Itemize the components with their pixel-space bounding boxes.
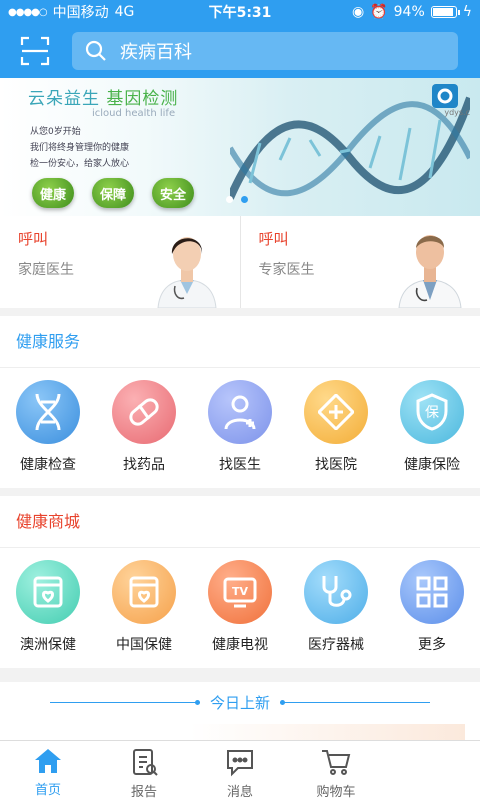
- grid-label: 找药品: [123, 457, 165, 473]
- tab-label: 购物车: [316, 785, 356, 800]
- tab-label: 消息: [226, 785, 253, 800]
- grid-label: 医疗器械: [308, 637, 364, 653]
- female-doctor-avatar: [157, 237, 217, 308]
- section-title-health-services: 健康服务: [0, 316, 480, 368]
- grid-label: 更多: [418, 637, 446, 653]
- today-new-section: 今日上新: [0, 682, 480, 740]
- banner-pager: [226, 196, 248, 203]
- search-input[interactable]: 疾病百科: [72, 32, 458, 70]
- banner-title-product: 基因检测: [106, 89, 179, 109]
- pager-dot[interactable]: [241, 196, 248, 203]
- banner-title-brand: 云朵益生: [28, 89, 100, 109]
- health-mall-grid: 澳洲保健 中国保健 TV 健康电视 医疗器械 更多: [0, 548, 480, 654]
- grid-label: 找医院: [315, 457, 357, 473]
- banner-title: 云朵益生 基因检测: [28, 84, 178, 109]
- svg-text:保: 保: [425, 405, 439, 421]
- scan-icon: [20, 36, 50, 66]
- brand-logo-text: ydys.c: [444, 108, 470, 117]
- tab-messages[interactable]: 消息: [192, 741, 288, 800]
- status-bar: ●●●●○ 中国移动 4G 下午5:31 ◉ ⏰ 94% ϟ: [0, 0, 480, 24]
- tv-icon: TV: [208, 560, 272, 624]
- service-find-doctor[interactable]: 找医生: [192, 380, 288, 474]
- banner-line: 检一份安心，给家人放心: [30, 159, 130, 169]
- alarm-icon: ⏰: [370, 4, 388, 20]
- today-new-product-preview[interactable]: [190, 724, 465, 740]
- tab-home[interactable]: 首页: [0, 741, 96, 800]
- service-health-check[interactable]: 健康检查: [0, 380, 96, 474]
- health-services-grid: 健康检查 找药品 找医生 找医院 保 健康保险: [0, 368, 480, 474]
- orientation-lock-icon: ◉: [351, 4, 365, 20]
- section-title-health-mall: 健康商城: [0, 496, 480, 548]
- bottom-tab-bar: 首页 报告 消息 购物车: [0, 740, 480, 800]
- banner-line: 我们将终身管理你的健康: [30, 143, 130, 153]
- today-new-header: 今日上新: [0, 692, 480, 713]
- grid-label: 健康检查: [20, 457, 76, 473]
- mall-more[interactable]: 更多: [384, 560, 480, 654]
- mall-australia-supplements[interactable]: 澳洲保健: [0, 560, 96, 654]
- network-label: 4G: [114, 4, 135, 20]
- product-box-icon: [112, 560, 176, 624]
- banner-badge-security: 保障: [92, 178, 134, 208]
- battery-percent: 94%: [393, 4, 425, 20]
- svg-text:TV: TV: [232, 585, 249, 598]
- grid-label: 澳洲保健: [20, 637, 76, 653]
- brand-logo: [432, 84, 458, 108]
- pill-icon: [112, 380, 176, 444]
- service-find-hospital[interactable]: 找医院: [288, 380, 384, 474]
- grid-label: 健康保险: [404, 457, 460, 473]
- hospital-icon: [304, 380, 368, 444]
- health-mall-section: 健康商城 澳洲保健 中国保健 TV 健康电视 医疗器械 更多: [0, 496, 480, 668]
- search-icon: [84, 39, 108, 63]
- promo-banner[interactable]: 云朵益生 基因检测 icloud health life 从您0岁开始 我们将终…: [0, 78, 480, 216]
- today-new-title: 今日上新: [209, 694, 270, 712]
- grid-label: 健康电视: [212, 637, 268, 653]
- divider: [280, 700, 430, 705]
- report-icon: [133, 749, 158, 776]
- banner-badge-safety: 安全: [152, 178, 194, 208]
- tab-label: 报告: [130, 785, 157, 800]
- grid-icon: [400, 560, 464, 624]
- health-services-section: 健康服务 健康检查 找药品 找医生 找医院 保 健康保险: [0, 316, 480, 488]
- battery-icon: [430, 6, 460, 18]
- grid-label: 中国保健: [116, 637, 172, 653]
- mall-health-tv[interactable]: TV 健康电视: [192, 560, 288, 654]
- product-box-icon: [16, 560, 80, 624]
- male-doctor-avatar: [397, 235, 462, 308]
- signal-icon: ●●●●○: [8, 6, 48, 18]
- pager-dot[interactable]: [226, 196, 233, 203]
- top-bar: 疾病百科: [0, 24, 480, 78]
- home-icon: [35, 749, 61, 773]
- insurance-shield-icon: 保: [400, 380, 464, 444]
- expert-doctor-card[interactable]: 呼叫 专家医生: [239, 216, 480, 308]
- message-icon: [227, 750, 253, 777]
- grid-label: 找医生: [219, 457, 261, 473]
- carrier-label: 中国移动: [52, 5, 109, 21]
- divider: [49, 700, 200, 705]
- doctor-call-panel: 呼叫 家庭医生 呼叫 专家医生: [0, 216, 480, 308]
- stethoscope-icon: [304, 560, 368, 624]
- tab-report[interactable]: 报告: [96, 741, 192, 800]
- banner-line: 从您0岁开始: [30, 127, 81, 137]
- tab-label: 首页: [34, 783, 61, 798]
- cart-icon: [322, 750, 351, 775]
- family-doctor-card[interactable]: 呼叫 家庭医生: [0, 216, 240, 308]
- mall-medical-devices[interactable]: 医疗器械: [288, 560, 384, 654]
- service-health-insurance[interactable]: 保 健康保险: [384, 380, 480, 474]
- doctor-icon: [208, 380, 272, 444]
- charging-icon: ϟ: [462, 4, 472, 20]
- banner-badge-health: 健康: [32, 178, 74, 208]
- mall-china-supplements[interactable]: 中国保健: [96, 560, 192, 654]
- banner-copy: 从您0岁开始 我们将终身管理你的健康 检一份安心，给家人放心: [30, 124, 129, 172]
- scan-button[interactable]: [14, 30, 56, 72]
- service-find-medicine[interactable]: 找药品: [96, 380, 192, 474]
- tab-cart[interactable]: 购物车: [288, 741, 384, 800]
- search-placeholder: 疾病百科: [120, 42, 192, 63]
- dna-icon: [16, 380, 80, 444]
- banner-subtitle: icloud health life: [92, 108, 176, 119]
